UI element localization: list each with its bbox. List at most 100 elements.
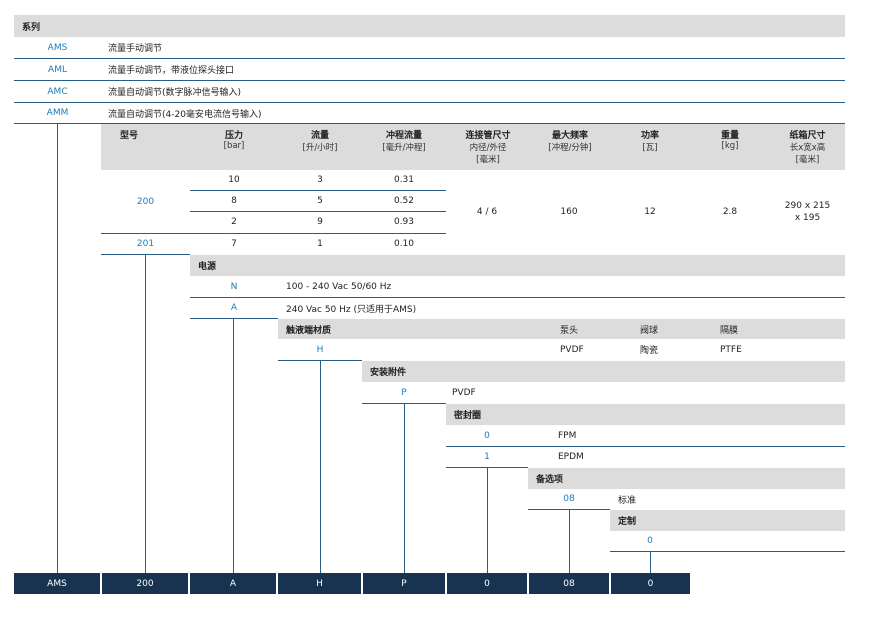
fitting-desc: PVDF [452, 387, 476, 398]
col-header-pipe-title: 连接管尺寸 [465, 131, 511, 141]
col-header-model-title: 型号 [119, 131, 138, 141]
table-cell-stroke: 0.31 [393, 175, 415, 185]
divider [190, 318, 278, 319]
col-header-pipe-unit: [毫米] [476, 155, 500, 165]
col-header-pipe-sub: 内径/外径 [469, 143, 507, 153]
col-header-model: 型号 [101, 128, 157, 141]
table-cell-pressure: 8 [231, 196, 237, 206]
divider [610, 551, 845, 552]
model-200: 200 [136, 196, 155, 207]
col-header-stroke: 冲程流量 [毫升/冲程] [362, 128, 446, 153]
code-segment-option: 08 [529, 573, 609, 594]
series-header-label: 系列 [22, 22, 41, 33]
col-header-carton-unit: [毫米] [795, 155, 820, 165]
code-segment-model: 200 [102, 573, 188, 594]
table-cell-pressure: 2 [231, 217, 237, 227]
code-segment-custom: 0 [611, 573, 690, 594]
col-header-pressure-unit: [bar] [223, 141, 245, 151]
power-desc-a: 240 Vac 50 Hz (只适用于AMS) [286, 304, 417, 315]
table-cell-flow: 1 [317, 239, 323, 249]
series-desc-amc: 流量自动调节(数字脉冲信号输入) [108, 88, 242, 98]
seal-code-0: 0 [484, 430, 490, 441]
table-cell-flow: 3 [317, 175, 323, 185]
power-desc-n: 100 - 240 Vac 50/60 Hz [286, 281, 392, 292]
code-segment-wetted: H [278, 573, 361, 594]
connector-line-model [145, 255, 146, 573]
connector-line-wetted [320, 361, 321, 573]
table-cell-stroke: 0.52 [393, 196, 415, 206]
table-cell-stroke: 0.93 [393, 217, 415, 227]
col-header-stroke-title: 冲程流量 [385, 131, 422, 141]
table-cell-pressure: 7 [231, 239, 237, 249]
col-header-pipe: 连接管尺寸 内径/外径 [毫米] [446, 128, 530, 165]
seal-code-1: 1 [484, 452, 490, 462]
col-header-carton-title: 纸箱尺寸 [789, 131, 826, 141]
series-desc-aml: 流量手动调节，带液位探头接口 [108, 66, 235, 76]
series-header: 系列 [14, 15, 845, 37]
code-segment-power: A [190, 573, 276, 594]
fitting-header-label: 安装附件 [370, 368, 407, 378]
table-cell-stroke: 0.10 [393, 239, 415, 249]
col-header-power-unit: [瓦] [642, 143, 658, 153]
seal-desc-0: FPM [558, 430, 577, 441]
table-cell-pressure: 10 [228, 175, 240, 185]
col-header-freq-title: 最大频率 [551, 131, 588, 141]
series-desc-ams: 流量手动调节 [108, 44, 163, 54]
col-header-weight: 重量 [kg] [690, 128, 770, 151]
custom-code-0: 0 [647, 536, 653, 546]
table-cell-carton: 290 x 215 x 195 [770, 200, 845, 224]
col-header-power: 功率 [瓦] [610, 128, 690, 153]
connector-line-fitting [404, 404, 405, 573]
table-cell-freq: 160 [560, 207, 578, 217]
col-header-freq: 最大频率 [冲程/分钟] [528, 128, 612, 153]
fitting-code-p: P [401, 387, 407, 398]
col-header-stroke-unit: [毫升/冲程] [382, 143, 426, 153]
col-header-pressure-title: 压力 [224, 131, 243, 141]
option-desc: 标准 [618, 495, 637, 506]
custom-header-label: 定制 [618, 517, 637, 527]
col-header-flow: 流量 [升/小时] [278, 128, 362, 153]
series-code-ams: AMS [47, 42, 68, 53]
col-header-weight-title: 重量 [720, 131, 739, 141]
connector-line-custom [650, 552, 651, 573]
col-header-weight-unit: [kg] [721, 141, 739, 151]
connector-line-power [233, 319, 234, 573]
model-201: 201 [136, 239, 155, 249]
power-header-label: 电源 [198, 262, 217, 272]
table-cell-power: 12 [644, 207, 656, 217]
series-desc-amm: 流量自动调节(4-20毫安电流信号输入) [108, 109, 262, 120]
table-cell-pipe: 4 / 6 [476, 207, 498, 217]
table-cell-flow: 5 [317, 196, 323, 206]
power-code-a: A [230, 303, 238, 313]
col-header-flow-unit: [升/小时] [302, 143, 338, 153]
option-header: 备选项 [528, 468, 845, 489]
connector-line-option [569, 510, 570, 573]
custom-header: 定制 [610, 510, 845, 531]
wetted-header-label: 触液端材质 [286, 325, 332, 336]
wetted-col-head: 泵头 [560, 325, 579, 336]
col-header-pressure: 压力 [bar] [190, 128, 278, 151]
wetted-col-diaphragm: 隔膜 [720, 325, 739, 336]
series-code-aml: AML [48, 64, 67, 75]
wetted-value-diaphragm: PTFE [720, 344, 742, 355]
col-header-flow-title: 流量 [310, 131, 329, 141]
seal-header-label: 密封圈 [454, 411, 482, 421]
option-header-label: 备选项 [536, 475, 564, 485]
code-segment-series: AMS [14, 573, 100, 594]
table-cell-flow: 9 [317, 217, 323, 227]
option-code-08: 08 [563, 494, 575, 504]
wetted-value-ball: 陶瓷 [640, 346, 659, 356]
seal-header: 密封圈 [446, 404, 845, 425]
power-code-n: N [230, 281, 238, 292]
series-code-amm: AMM [46, 108, 69, 118]
wetted-code-h: H [316, 344, 324, 355]
fitting-header: 安装附件 [362, 361, 845, 382]
connector-line-seal [487, 468, 488, 573]
col-header-power-title: 功率 [640, 131, 659, 141]
power-header: 电源 [190, 255, 845, 276]
col-header-carton-sub: 长x宽x高 [789, 143, 826, 153]
code-segment-seal: 0 [447, 573, 527, 594]
carton-size-line2: x 195 [794, 213, 821, 223]
wetted-col-ball: 阀球 [640, 325, 659, 336]
code-segment-fitting: P [363, 573, 445, 594]
